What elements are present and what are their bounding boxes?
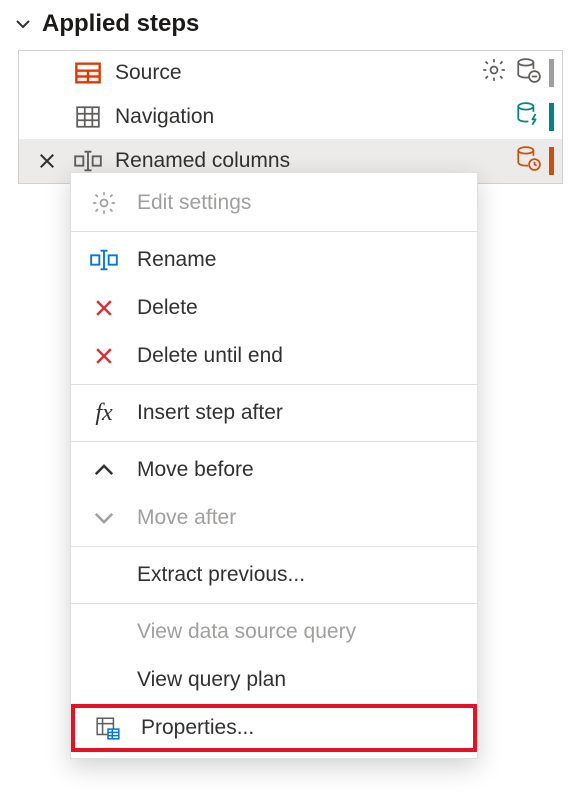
close-icon	[89, 293, 119, 323]
menu-properties[interactable]: Properties...	[71, 704, 477, 752]
step-row-navigation[interactable]: Navigation	[19, 95, 562, 139]
source-icon	[73, 58, 103, 88]
table-icon	[73, 102, 103, 132]
status-strip	[549, 59, 554, 87]
menu-label: Extract previous...	[137, 563, 305, 587]
menu-view-data-source-query: View data source query	[71, 608, 477, 656]
chevron-down-icon	[14, 15, 32, 33]
gear-icon[interactable]	[481, 57, 507, 89]
database-minus-icon[interactable]	[515, 57, 541, 89]
menu-delete[interactable]: Delete	[71, 284, 477, 332]
menu-edit-settings: Edit settings	[71, 179, 477, 227]
menu-label: Delete	[137, 296, 198, 320]
step-row-source[interactable]: Source	[19, 51, 562, 95]
menu-extract-previous[interactable]: Extract previous...	[71, 551, 477, 599]
menu-label: View query plan	[137, 668, 286, 692]
delete-step-button[interactable]	[33, 151, 61, 171]
applied-steps-header[interactable]: Applied steps	[0, 0, 581, 44]
menu-label: Properties...	[141, 716, 254, 740]
step-label: Renamed columns	[115, 149, 503, 173]
menu-label: Move after	[137, 506, 236, 530]
step-actions	[515, 145, 554, 177]
status-strip	[549, 147, 554, 175]
steps-list: Source Navigation R	[18, 50, 563, 184]
properties-icon	[93, 713, 123, 743]
step-actions	[515, 101, 554, 133]
menu-label: Delete until end	[137, 344, 283, 368]
panel-title: Applied steps	[42, 10, 199, 38]
context-menu: Edit settings Rename Delete Delete until…	[70, 172, 478, 759]
menu-label: Rename	[137, 248, 216, 272]
step-actions	[481, 57, 554, 89]
menu-separator	[71, 231, 477, 232]
status-strip	[549, 103, 554, 131]
menu-label: View data source query	[137, 620, 356, 644]
menu-view-query-plan[interactable]: View query plan	[71, 656, 477, 704]
chevron-up-icon	[89, 455, 119, 485]
step-label: Navigation	[115, 105, 503, 129]
menu-delete-until-end[interactable]: Delete until end	[71, 332, 477, 380]
step-label: Source	[115, 61, 469, 85]
chevron-down-icon	[89, 503, 119, 533]
menu-label: Move before	[137, 458, 254, 482]
rename-icon	[89, 245, 119, 275]
fx-icon: fx	[89, 398, 119, 428]
menu-separator	[71, 441, 477, 442]
menu-insert-step-after[interactable]: fx Insert step after	[71, 389, 477, 437]
database-clock-icon[interactable]	[515, 145, 541, 177]
gear-icon	[89, 188, 119, 218]
menu-move-before[interactable]: Move before	[71, 446, 477, 494]
menu-label: Edit settings	[137, 191, 251, 215]
close-icon	[89, 341, 119, 371]
menu-separator	[71, 546, 477, 547]
menu-move-after: Move after	[71, 494, 477, 542]
menu-rename[interactable]: Rename	[71, 236, 477, 284]
menu-separator	[71, 384, 477, 385]
menu-separator	[71, 603, 477, 604]
menu-label: Insert step after	[137, 401, 283, 425]
database-bolt-icon[interactable]	[515, 101, 541, 133]
